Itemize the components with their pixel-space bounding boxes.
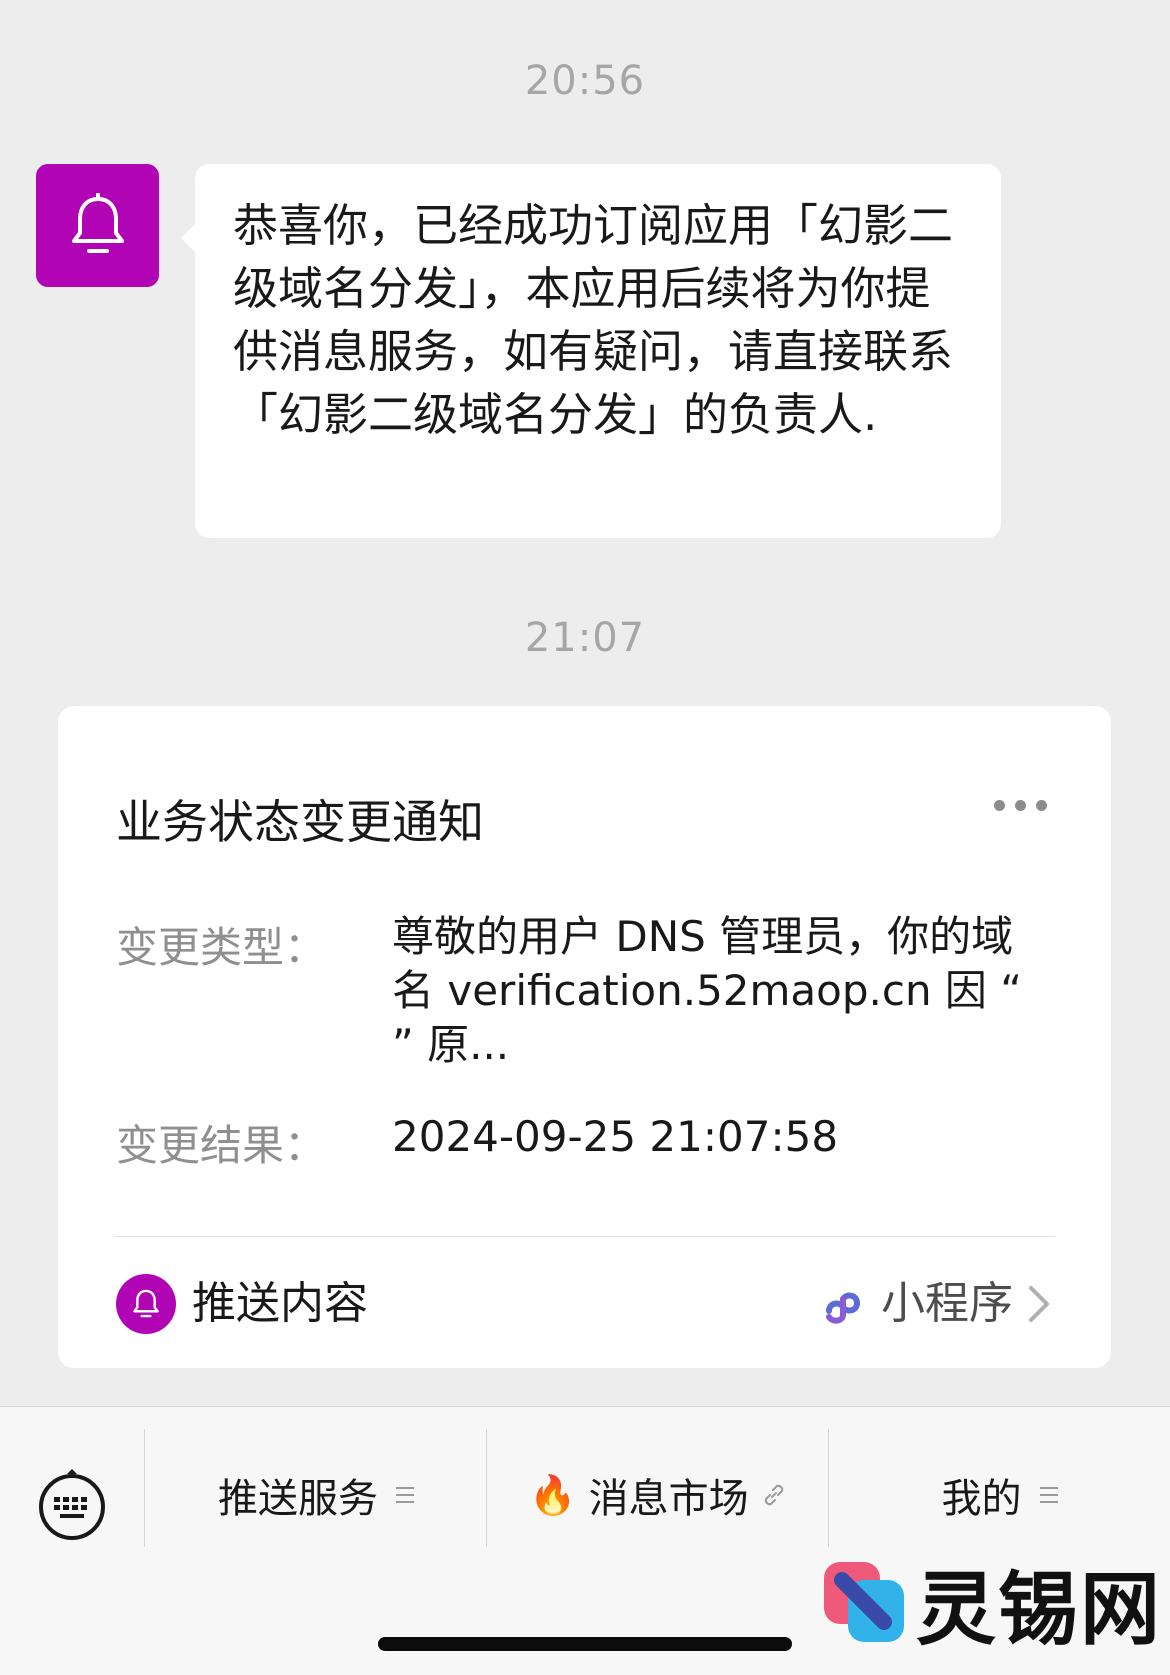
field-value-result: 2024-09-25 21:07:58: [392, 1112, 839, 1161]
divider: [114, 1236, 1055, 1237]
menu-tab-mine[interactable]: 我的: [829, 1465, 1170, 1525]
menu-icon: [1039, 1487, 1058, 1503]
card-title: 业务状态变更通知: [116, 795, 484, 849]
field-label-type: 变更类型：: [116, 923, 327, 972]
miniprogram-icon: [826, 1292, 861, 1324]
app-small-avatar: [116, 1274, 176, 1334]
link-icon: [764, 1484, 783, 1506]
notification-card[interactable]: 业务状态变更通知 变更类型： 尊敬的用户 DNS 管理员，你的域名 verifi…: [58, 706, 1111, 1368]
miniprogram-link[interactable]: 小程序: [821, 1274, 1051, 1334]
keyboard-icon: [39, 1469, 105, 1540]
field-label-result: 变更结果：: [116, 1121, 327, 1170]
app-avatar[interactable]: [36, 164, 159, 287]
message-bubble[interactable]: 恭喜你，已经成功订阅应用「幻影二级域名分发」，本应用后续将为你提供消息服务，如有…: [181, 164, 1001, 538]
watermark: 灵锡网: [822, 1545, 1162, 1661]
menu-tab-label: 推送服务: [218, 1476, 378, 1522]
keyboard-toggle-button[interactable]: [36, 1469, 108, 1541]
card-source-label[interactable]: 推送内容: [192, 1274, 368, 1334]
menu-tab-push-service[interactable]: 推送服务: [145, 1465, 487, 1525]
bell-icon: [71, 192, 124, 253]
menu-icon: [396, 1487, 414, 1503]
menu-tab-label: 消息市场: [588, 1476, 749, 1522]
chevron-right-icon: [1029, 1286, 1049, 1322]
fire-icon: 🔥: [529, 1472, 577, 1517]
more-icon[interactable]: [994, 800, 1047, 811]
miniprogram-label: 小程序: [881, 1278, 1013, 1329]
message-text: 恭喜你，已经成功订阅应用「幻影二级域名分发」，本应用后续将为你提供消息服务，如有…: [233, 199, 954, 441]
home-indicator[interactable]: [378, 1637, 792, 1651]
timestamp: 21:07: [524, 615, 646, 661]
bell-icon: [133, 1289, 159, 1318]
menu-tab-label: 我的: [941, 1476, 1022, 1522]
watermark-text: 灵锡网: [916, 1563, 1162, 1656]
watermark-logo-icon: [824, 1562, 904, 1642]
field-value-type: 尊敬的用户 DNS 管理员，你的域名 verification.52maop.c…: [392, 912, 1023, 1069]
timestamp: 20:56: [524, 58, 646, 104]
menu-tab-message-market[interactable]: 🔥 消息市场: [487, 1465, 829, 1525]
